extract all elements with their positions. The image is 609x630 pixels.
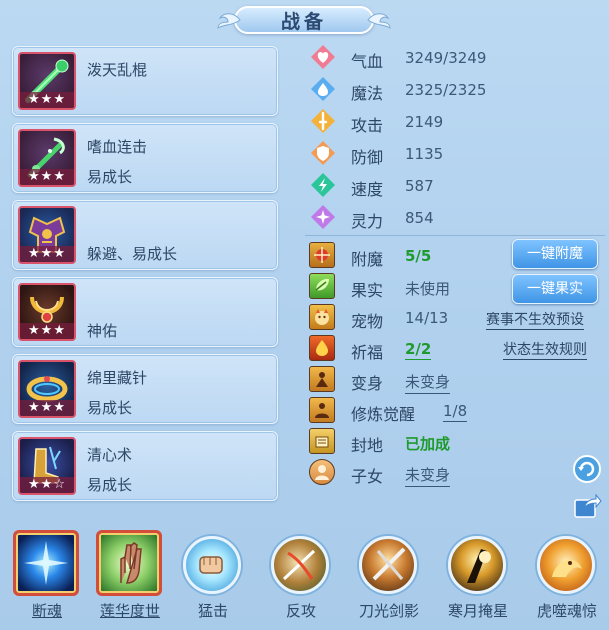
- transform-icon[interactable]: [309, 366, 335, 392]
- attr-value-enchant: 5/5: [405, 247, 432, 265]
- item-trait-label: 易成长: [87, 168, 133, 186]
- status-rules-link[interactable]: 状态生效规则: [503, 339, 587, 360]
- spirit-icon: [311, 205, 335, 229]
- attr-value-territory: 已加成: [405, 435, 451, 453]
- stat-label-mp: 魔法: [351, 84, 384, 103]
- item-trait-label: 躲避、易成长: [87, 245, 178, 263]
- skill-name: 断魂: [31, 602, 62, 620]
- star-rating: ★★☆: [20, 477, 74, 493]
- boots-icon[interactable]: ★★☆: [18, 437, 76, 495]
- necklace-icon[interactable]: ★★★: [18, 283, 76, 341]
- panel-title-banner: 战备: [217, 2, 391, 36]
- skill-slot[interactable]: 寒月掩星: [443, 530, 513, 630]
- child-icon[interactable]: [309, 459, 335, 485]
- attr-value-fruit: 未使用: [405, 280, 451, 298]
- speed-icon: [311, 173, 335, 197]
- item-effect-label: 嗜血连击: [87, 138, 148, 156]
- fruit-icon[interactable]: [309, 273, 335, 299]
- counter-icon[interactable]: [271, 536, 329, 594]
- blade-icon[interactable]: [359, 536, 417, 594]
- skill-name: 寒月掩星: [447, 602, 508, 620]
- stat-value-spirit: 854: [405, 209, 434, 227]
- attr-label-child: 子女: [351, 467, 384, 486]
- attr-label-pet: 宠物: [351, 312, 384, 331]
- one-click-fruit-button[interactable]: 一键果实: [512, 274, 598, 304]
- palm-icon[interactable]: [96, 530, 162, 596]
- attr-value-cultivation[interactable]: 1/8: [443, 402, 468, 422]
- stat-value-mp: 2325/2325: [405, 81, 487, 99]
- stat-value-hp: 3249/3249: [405, 49, 487, 67]
- one-click-enchant-button[interactable]: 一键附魔: [512, 239, 598, 269]
- skill-slot[interactable]: 反攻: [266, 530, 336, 630]
- pet-icon[interactable]: [309, 304, 335, 330]
- item-effect-label: 绵里藏针: [87, 369, 148, 387]
- attr-label-enchant: 附魔: [351, 250, 384, 269]
- skill-name: 反攻: [285, 602, 316, 620]
- attr-label-territory: 封地: [351, 436, 384, 455]
- moon-icon[interactable]: [448, 536, 506, 594]
- skill-name: 刀光剑影: [358, 602, 419, 620]
- staff-icon[interactable]: ★★★: [18, 129, 76, 187]
- skill-name: 猛击: [197, 602, 228, 620]
- tiger-icon[interactable]: [537, 536, 595, 594]
- bracelet-icon[interactable]: ★★★: [18, 360, 76, 418]
- armor-icon[interactable]: ★★★: [18, 206, 76, 264]
- equipment-slot-necklace[interactable]: ★★★ 神佑: [12, 277, 278, 347]
- stat-value-speed: 587: [405, 177, 434, 195]
- orb-icon[interactable]: [13, 530, 79, 596]
- stat-value-defense: 1135: [405, 145, 444, 163]
- attr-label-cultivation: 修炼觉醒: [351, 405, 416, 424]
- stat-label-attack: 攻击: [351, 116, 384, 135]
- territory-icon[interactable]: [309, 428, 335, 454]
- stat-label-hp: 气血: [351, 52, 384, 71]
- star-rating: ★★★: [20, 169, 74, 185]
- stat-label-spirit: 灵力: [351, 212, 384, 231]
- equipment-slot-weapon[interactable]: ★★★ 泼天乱棍: [12, 46, 278, 116]
- stat-label-defense: 防御: [351, 148, 384, 167]
- skill-slot[interactable]: 刀光剑影: [354, 530, 424, 630]
- staff-icon[interactable]: ★★★: [18, 52, 76, 110]
- star-rating: ★★★: [20, 246, 74, 262]
- page-title: 战备: [280, 11, 327, 33]
- skill-slot[interactable]: 断魂: [12, 530, 82, 630]
- blessing-icon[interactable]: [309, 335, 335, 361]
- star-rating: ★★★: [20, 92, 74, 108]
- item-trait-label: 神佑: [87, 322, 118, 340]
- skill-slot[interactable]: 莲华度世: [95, 530, 165, 630]
- stat-label-speed: 速度: [351, 180, 384, 199]
- attr-label-blessing: 祈福: [351, 343, 384, 362]
- attr-value-transform[interactable]: 未变身: [405, 371, 451, 394]
- heart-icon: [311, 45, 335, 69]
- item-effect-label: 泼天乱棍: [87, 61, 148, 79]
- share-icon[interactable]: [572, 490, 602, 520]
- skill-slot[interactable]: 猛击: [178, 530, 248, 630]
- fist-icon[interactable]: [183, 536, 241, 594]
- enchant-icon[interactable]: [309, 242, 335, 268]
- attr-label-transform: 变身: [351, 374, 384, 393]
- equipment-slot-armor[interactable]: ★★★ 躲避、易成长: [12, 200, 278, 270]
- item-trait-label: 易成长: [87, 399, 133, 417]
- equipment-slot-belt[interactable]: ★★★ 绵里藏针 易成长: [12, 354, 278, 424]
- attr-value-blessing[interactable]: 2/2: [405, 340, 432, 360]
- mana-icon: [311, 77, 335, 101]
- item-effect-label: 清心术: [87, 446, 133, 464]
- attr-value-child[interactable]: 未变身: [405, 464, 451, 487]
- skill-name: 虎噬魂惊: [536, 602, 597, 620]
- attr-label-fruit: 果实: [351, 281, 384, 300]
- event-preset-link[interactable]: 赛事不生效预设: [486, 309, 584, 330]
- equipment-slot-boots[interactable]: ★★☆ 清心术 易成长: [12, 431, 278, 501]
- skill-slot[interactable]: 虎噬魂惊: [532, 530, 602, 630]
- stat-value-attack: 2149: [405, 113, 444, 131]
- attack-icon: [311, 109, 335, 133]
- star-rating: ★★★: [20, 400, 74, 416]
- star-rating: ★★★: [20, 323, 74, 339]
- attr-value-pet: 14/13: [405, 309, 449, 327]
- equipment-slot-helmet[interactable]: ★★★ 嗜血连击 易成长: [12, 123, 278, 193]
- section-divider: [305, 235, 605, 236]
- cultivation-icon[interactable]: [309, 397, 335, 423]
- item-trait-label: 易成长: [87, 476, 133, 494]
- refresh-icon[interactable]: [572, 454, 602, 484]
- skill-name: 莲华度世: [99, 602, 160, 620]
- defense-icon: [311, 141, 335, 165]
